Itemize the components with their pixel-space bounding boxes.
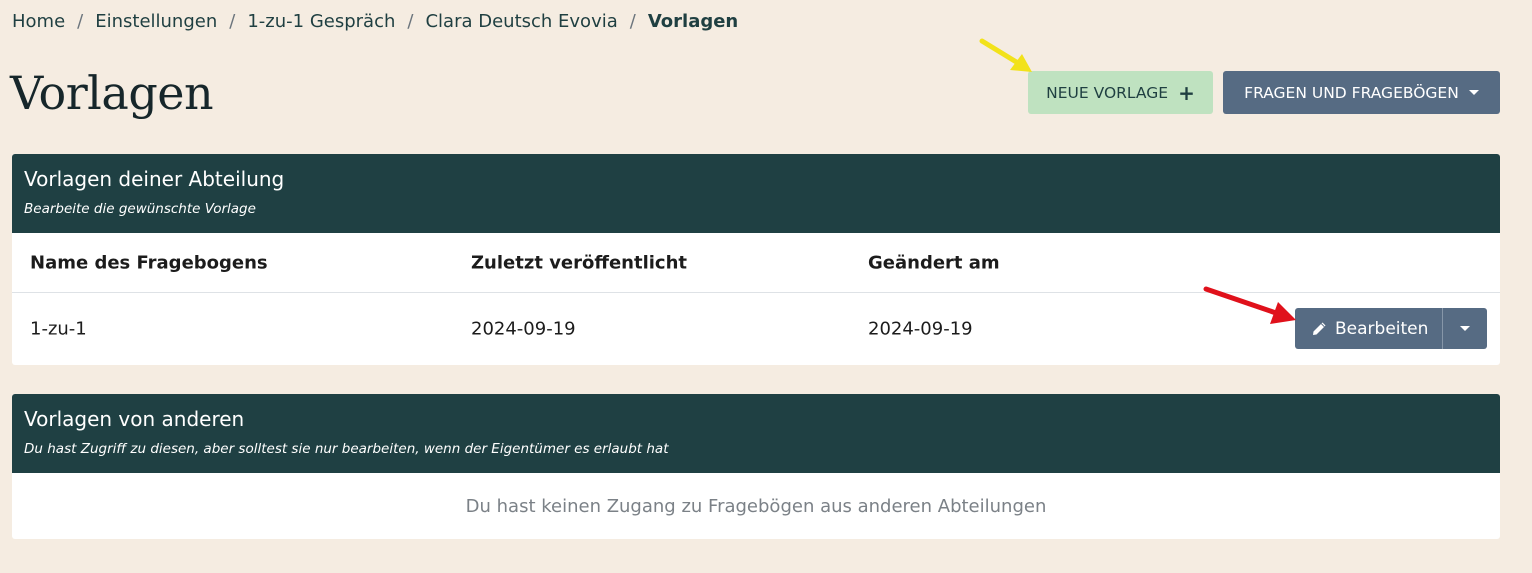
edit-button[interactable]: Bearbeiten xyxy=(1295,308,1442,349)
breadcrumb-settings[interactable]: Einstellungen xyxy=(95,11,217,32)
breadcrumb-separator: / xyxy=(407,11,414,32)
breadcrumb-one-on-one[interactable]: 1-zu-1 Gespräch xyxy=(247,11,395,32)
own-templates-card: Vorlagen deiner Abteilung Bearbeite die … xyxy=(12,154,1500,365)
other-templates-header: Vorlagen von anderen Du hast Zugriff zu … xyxy=(12,394,1500,473)
new-template-label: NEUE VORLAGE xyxy=(1046,83,1169,102)
other-templates-card: Vorlagen von anderen Du hast Zugriff zu … xyxy=(12,394,1500,539)
other-templates-subtitle: Du hast Zugriff zu diesen, aber solltest… xyxy=(24,441,669,457)
own-templates-title: Vorlagen deiner Abteilung xyxy=(24,167,285,191)
breadcrumb-home[interactable]: Home xyxy=(12,11,65,32)
column-header-changed: Geändert am xyxy=(868,252,1000,273)
table-header: Name des Fragebogens Zuletzt veröffentli… xyxy=(12,233,1500,293)
template-published-date: 2024-09-19 xyxy=(471,318,576,340)
new-template-button[interactable]: NEUE VORLAGE + xyxy=(1028,71,1213,114)
edit-button-label: Bearbeiten xyxy=(1335,318,1429,339)
column-header-published: Zuletzt veröffentlicht xyxy=(471,252,688,273)
breadcrumb-current: Vorlagen xyxy=(647,11,739,32)
own-templates-subtitle: Bearbeite die gewünschte Vorlage xyxy=(24,201,256,217)
caret-down-icon xyxy=(1460,326,1471,331)
template-changed-date: 2024-09-19 xyxy=(868,318,973,340)
questions-label: FRAGEN UND FRAGEBÖGEN xyxy=(1244,83,1459,102)
yellow-arrow-icon xyxy=(979,38,1032,72)
breadcrumb: Home / Einstellungen / 1-zu-1 Gespräch /… xyxy=(12,11,738,32)
questions-dropdown-button[interactable]: FRAGEN UND FRAGEBÖGEN xyxy=(1223,71,1500,114)
caret-down-icon xyxy=(1468,90,1479,95)
column-header-name: Name des Fragebogens xyxy=(30,252,268,273)
table-row: 1-zu-1 2024-09-19 2024-09-19 Bearbeiten xyxy=(12,293,1500,365)
breadcrumb-separator: / xyxy=(77,11,84,32)
own-templates-header: Vorlagen deiner Abteilung Bearbeite die … xyxy=(12,154,1500,233)
template-name: 1-zu-1 xyxy=(30,318,87,340)
pencil-icon xyxy=(1313,322,1326,335)
plus-icon: + xyxy=(1178,80,1195,105)
edit-split-button: Bearbeiten xyxy=(1295,308,1488,349)
breadcrumb-separator: / xyxy=(629,11,636,32)
empty-message: Du hast keinen Zugang zu Fragebögen aus … xyxy=(465,495,1047,517)
page: Home / Einstellungen / 1-zu-1 Gespräch /… xyxy=(0,0,1532,573)
breadcrumb-separator: / xyxy=(229,11,236,32)
edit-dropdown-toggle[interactable] xyxy=(1443,308,1487,349)
breadcrumb-organization[interactable]: Clara Deutsch Evovia xyxy=(425,11,617,32)
page-title: Vorlagen xyxy=(10,66,214,120)
other-templates-title: Vorlagen von anderen xyxy=(24,407,245,431)
